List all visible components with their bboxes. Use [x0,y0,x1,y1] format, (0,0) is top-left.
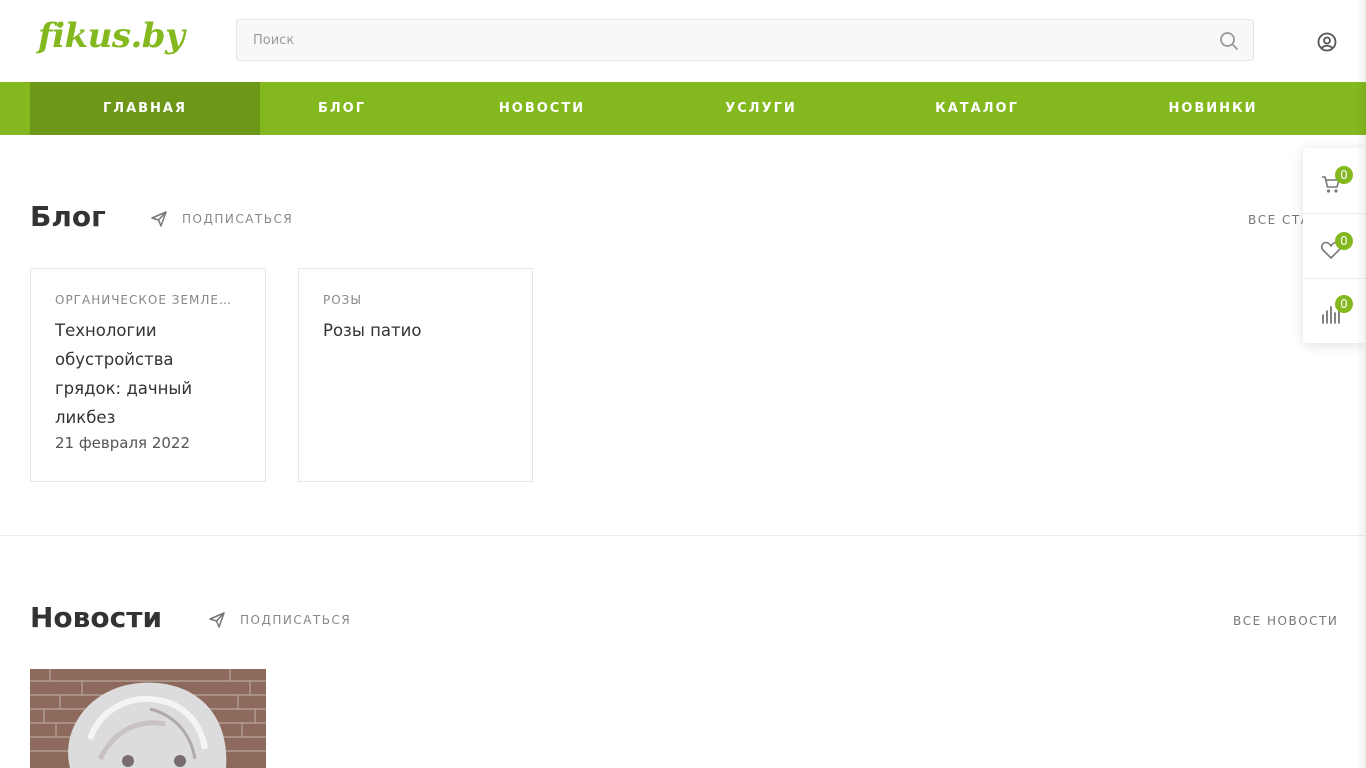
news-subscribe-label: ПОДПИСАТЬСЯ [240,613,352,627]
compare-button[interactable]: 0 [1303,278,1366,343]
blog-card[interactable]: ОРГАНИЧЕСКОЕ ЗЕМЛЕ… Технологии обустройс… [30,268,266,482]
logo[interactable]: fikus.by [38,16,185,56]
news-all-link[interactable]: ВСЕ НОВОСТИ [1233,614,1338,628]
blog-card-category[interactable]: ОРГАНИЧЕСКОЕ ЗЕМЛЕ… [55,293,241,307]
nav-item-catalog[interactable]: КАТАЛОГ [917,82,1037,135]
nav-item-blog[interactable]: БЛОГ [282,82,402,135]
nav-item-services[interactable]: УСЛУГИ [701,82,821,135]
blog-all-link[interactable]: ВСЕ СТА [1248,213,1310,227]
nav-item-new[interactable]: НОВИНКИ [1153,82,1273,135]
main-nav: ГЛАВНАЯ БЛОГ НОВОСТИ УСЛУГИ КАТАЛОГ НОВИ… [0,82,1366,135]
cart-count-badge: 0 [1335,166,1353,184]
send-icon [209,612,225,628]
send-icon [151,211,167,227]
blog-card-title[interactable]: Технологии обустройства грядок: дачный л… [55,316,241,432]
blog-card[interactable]: РОЗЫ Розы патио [298,268,533,482]
section-divider [0,535,1366,536]
blog-card-category[interactable]: РОЗЫ [323,293,509,307]
news-subscribe-button[interactable]: ПОДПИСАТЬСЯ [208,611,351,629]
side-panel: 0 0 0 [1303,148,1366,343]
news-image[interactable] [30,669,266,768]
news-title: Новости [30,601,163,634]
blog-subscribe-button[interactable]: ПОДПИСАТЬСЯ [150,210,293,228]
favorites-button[interactable]: 0 [1303,213,1366,278]
user-icon[interactable] [1316,31,1338,53]
header: fikus.by [0,0,1366,82]
favorites-count-badge: 0 [1335,232,1353,250]
search-icon[interactable] [1219,31,1239,51]
nav-item-home[interactable]: ГЛАВНАЯ [30,82,260,135]
compare-count-badge: 0 [1335,295,1353,313]
blog-title: Блог [30,200,106,233]
cart-button[interactable]: 0 [1303,148,1366,213]
blog-card-title[interactable]: Розы патио [323,316,509,345]
search-box [236,19,1254,61]
blog-subscribe-label: ПОДПИСАТЬСЯ [182,212,294,226]
news-photo [30,669,266,768]
nav-item-news[interactable]: НОВОСТИ [482,82,602,135]
blog-card-date: 21 февраля 2022 [55,434,191,452]
search-input[interactable] [253,20,1193,60]
